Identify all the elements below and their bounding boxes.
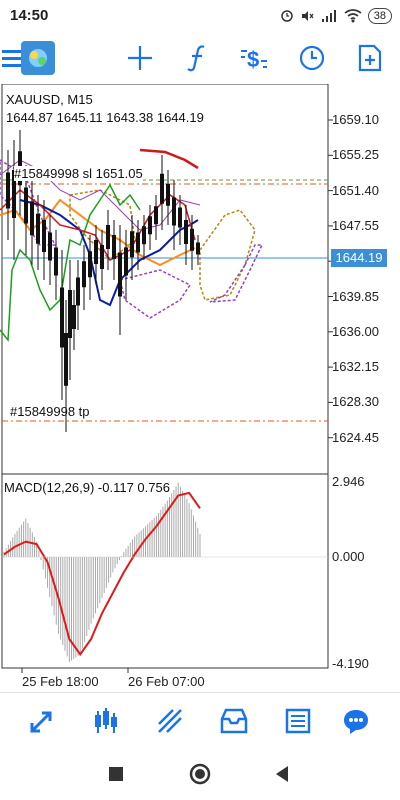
- candle-body: [136, 232, 140, 253]
- candle-body: [160, 173, 164, 204]
- status-icons: 38: [280, 5, 392, 27]
- ohlc-values: 1644.87 1645.11 1643.38 1644.19: [6, 110, 204, 125]
- crosshair-icon[interactable]: [120, 38, 160, 78]
- candle-body: [130, 231, 134, 258]
- timeframe-clock-icon[interactable]: [292, 38, 332, 78]
- y-tick-label: 1647.55: [332, 217, 379, 233]
- candle-body: [196, 242, 200, 255]
- candle-body: [60, 287, 64, 348]
- alarm-icon: [281, 10, 293, 22]
- candle-body: [54, 247, 58, 276]
- candle-body: [100, 245, 104, 269]
- status-bar: 14:50 38: [0, 0, 400, 32]
- upper-band-line: [139, 148, 199, 170]
- home-icon[interactable]: [184, 758, 216, 790]
- signal-icon: [321, 10, 336, 22]
- candle-body: [112, 235, 116, 259]
- candle-body: [142, 226, 146, 245]
- candle-body: [178, 207, 182, 228]
- candle-body: [68, 290, 72, 338]
- candle-body: [42, 220, 46, 252]
- ichimoku-cloud-up: [199, 209, 256, 301]
- battery-icon: 38: [367, 8, 392, 24]
- y-tick-label: 1624.45: [332, 429, 379, 445]
- candle-body: [154, 206, 158, 225]
- candle-body: [106, 225, 110, 249]
- y-tick-label: 1639.85: [332, 288, 379, 304]
- recent-apps-icon[interactable]: [100, 758, 132, 790]
- candle-body: [6, 172, 10, 209]
- svg-text:$: $: [247, 47, 259, 72]
- sl-label: #15849998 sl 1651.05: [14, 166, 143, 181]
- x-tick-label: 25 Feb 18:00: [22, 674, 99, 689]
- tenkan-line: [19, 199, 199, 307]
- app-logo-icon[interactable]: [18, 38, 58, 78]
- mute-icon: [301, 11, 314, 21]
- candle-body: [184, 220, 188, 244]
- candle-body: [72, 305, 76, 329]
- candle-body: [124, 247, 128, 276]
- indicators-icon[interactable]: [178, 38, 218, 78]
- candle-body: [36, 213, 40, 244]
- macd-tick-label: -4.190: [332, 656, 369, 672]
- macd-tick-label: 2.946: [332, 473, 365, 489]
- macd-tick-label: 0.000: [332, 549, 365, 564]
- y-tick-label: 1632.15: [332, 359, 379, 375]
- candle-body: [148, 216, 152, 235]
- candle-body: [166, 183, 170, 206]
- system-nav-bar: [0, 748, 400, 800]
- ichimoku-cloud-down: [209, 244, 264, 303]
- candle-body: [48, 232, 52, 261]
- candle-body: [172, 197, 176, 226]
- current-price-tag: 1644.19: [331, 249, 387, 267]
- candle-body: [118, 252, 122, 297]
- x-tick-label: 26 Feb 07:00: [128, 674, 205, 689]
- macd-title: MACD(12,26,9) -0.117 0.756: [4, 480, 170, 495]
- trade-tab-icon[interactable]: [148, 701, 192, 741]
- candle-body: [64, 333, 68, 386]
- back-icon[interactable]: [266, 758, 298, 790]
- news-icon[interactable]: [276, 701, 320, 741]
- candle-body: [76, 277, 80, 306]
- quotes-icon[interactable]: [20, 701, 64, 741]
- y-tick-label: 1651.40: [332, 182, 379, 198]
- candle-body: [30, 201, 34, 236]
- candle-body: [82, 261, 86, 288]
- y-tick-label: 1659.10: [332, 112, 379, 127]
- trade-icon[interactable]: $: [234, 38, 274, 78]
- new-order-icon[interactable]: [350, 38, 390, 78]
- y-tick-label: 1628.30: [332, 394, 379, 410]
- candle-body: [24, 187, 28, 224]
- ichimoku-cloud-down: [119, 269, 192, 319]
- symbol-title: XAUUSD, M15: [6, 92, 93, 107]
- candle-body: [94, 240, 98, 264]
- history-icon[interactable]: [212, 701, 256, 741]
- tp-label: #15849998 tp: [10, 404, 90, 419]
- chart-icon[interactable]: [84, 701, 128, 741]
- y-tick-label: 1636.00: [332, 323, 379, 339]
- bottom-tab-bar: [0, 692, 400, 749]
- wifi-icon: [344, 9, 362, 23]
- status-time: 14:50: [10, 7, 49, 24]
- candle-body: [190, 228, 194, 251]
- candle-body: [88, 251, 92, 278]
- toolbar: $: [0, 32, 400, 84]
- chat-icon[interactable]: [334, 701, 378, 741]
- y-tick-label: 1655.25: [332, 147, 379, 163]
